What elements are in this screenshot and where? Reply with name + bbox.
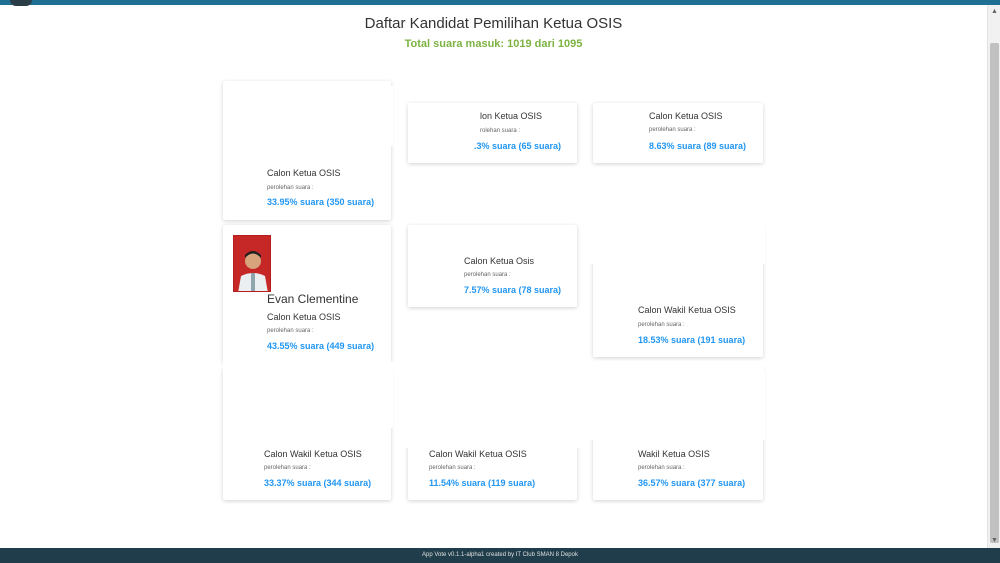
candidate-card-5[interactable]: Calon Ketua Osis perolehan suara : 7.57%…	[408, 225, 577, 307]
candidate-role: Calon Ketua OSIS	[649, 111, 723, 121]
candidate-card-4[interactable]: Evan Clementine Calon Ketua OSIS peroleh…	[223, 225, 391, 363]
candidate-role: Calon Wakil Ketua OSIS	[264, 449, 362, 459]
votes-label: perolehan suara :	[267, 328, 314, 334]
candidate-photo	[233, 235, 271, 292]
overlay-mask	[223, 370, 393, 428]
candidate-card-2[interactable]: lon Ketua OSIS rolehan suara : .3% suara…	[408, 103, 577, 163]
votes-label: perolehan suara :	[429, 465, 476, 471]
votes-label: perolehan suara :	[464, 272, 511, 278]
scroll-up-icon[interactable]: ▲	[988, 5, 1000, 19]
candidate-role: Calon Ketua Osis	[464, 256, 535, 266]
candidate-role: lon Ketua OSIS	[480, 111, 543, 121]
app-logo-icon	[10, 0, 32, 6]
candidate-role: Calon Wakil Ketua OSIS	[638, 305, 736, 315]
vote-result: 11.54% suara (119 suara)	[429, 478, 536, 488]
overlay-mask	[590, 222, 765, 264]
overlay-mask	[590, 370, 765, 440]
vote-result: 33.37% suara (344 suara)	[264, 478, 372, 488]
votes-label: perolehan suara :	[638, 322, 685, 328]
total-votes-summary: Total suara masuk: 1019 dari 1095	[404, 38, 583, 50]
vote-result: 8.63% suara (89 suara)	[649, 141, 747, 151]
vote-result: 33.95% suara (350 suara)	[267, 197, 375, 207]
overlay-mask	[223, 86, 393, 146]
candidate-photo-icon	[234, 236, 270, 291]
candidate-role: Calon Ketua OSIS	[267, 312, 341, 322]
overlay-mask	[405, 370, 580, 448]
votes-label: perolehan suara :	[649, 127, 696, 133]
page-title: Daftar Kandidat Pemilihan Ketua OSIS	[364, 15, 623, 32]
page-scrollbar[interactable]: ▲ ▼	[987, 5, 1000, 548]
vote-result: 43.55% suara (449 suara)	[267, 341, 375, 351]
scroll-down-icon[interactable]: ▼	[988, 534, 1000, 548]
vote-result: 7.57% suara (78 suara)	[464, 285, 562, 295]
votes-label: perolehan suara :	[264, 465, 311, 471]
candidate-role: Wakil Ketua OSIS	[638, 449, 710, 459]
overlay-mask	[408, 225, 453, 307]
scrollbar-thumb[interactable]	[990, 43, 999, 543]
votes-label: perolehan suara :	[267, 185, 314, 191]
vote-result: 18.53% suara (191 suara)	[638, 335, 746, 345]
vote-result: .3% suara (65 suara)	[474, 141, 562, 151]
candidate-card-3[interactable]: Calon Ketua OSIS perolehan suara : 8.63%…	[593, 103, 763, 163]
footer: App Vote v0.1.1-alpha1 created by IT Clu…	[0, 548, 1000, 563]
overlay-mask	[223, 362, 763, 370]
vote-result: 36.57% suara (377 suara)	[638, 478, 746, 488]
votes-label: perolehan suara :	[638, 465, 685, 471]
candidate-role: Calon Ketua OSIS	[267, 168, 341, 178]
overlay-mask	[408, 103, 472, 163]
candidate-name: Evan Clementine	[267, 292, 359, 306]
top-bar	[0, 0, 1000, 5]
votes-label: rolehan suara :	[480, 128, 521, 134]
candidate-role: Calon Wakil Ketua OSIS	[429, 449, 527, 459]
